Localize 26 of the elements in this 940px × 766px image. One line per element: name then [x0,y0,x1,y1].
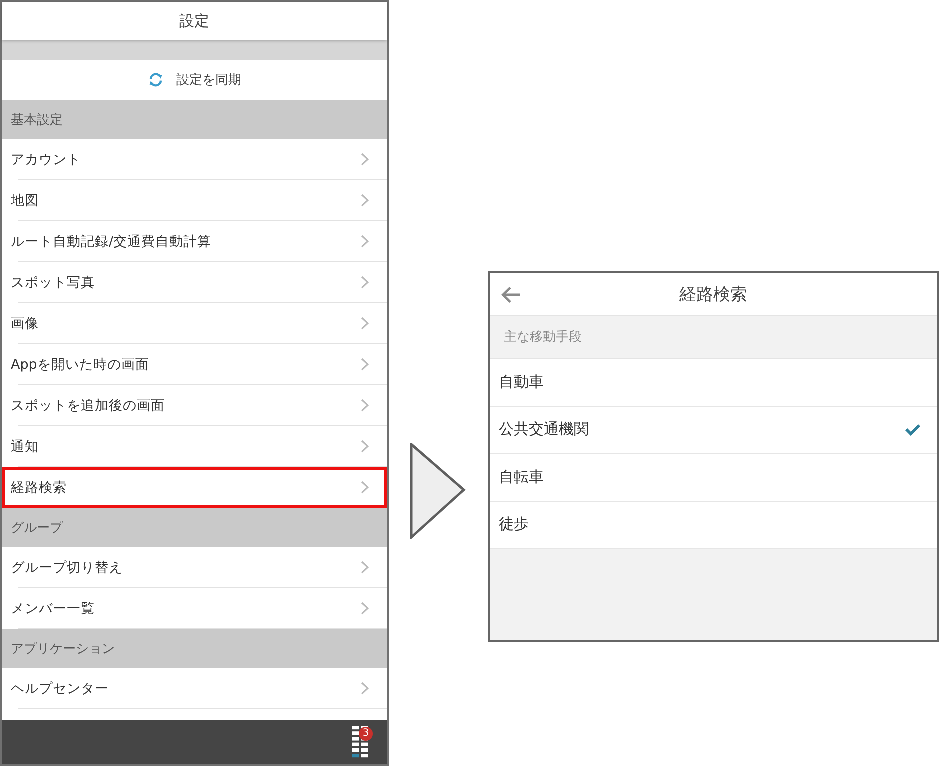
transport-option[interactable]: 徒歩 [490,502,937,549]
chevron-right-icon [361,235,369,248]
triangle-arrow-icon [410,443,466,539]
chevron-right-icon [361,276,369,289]
transport-option[interactable]: 自転車 [490,454,937,502]
chevron-right-icon [361,602,369,615]
section-header: 基本設定 [2,100,387,139]
chevron-right-icon [361,153,369,166]
chevron-right-icon [361,358,369,371]
chevron-right-icon [361,682,369,695]
chevron-right-icon [361,317,369,330]
transport-option[interactable]: 公共交通機関 [490,406,937,454]
chevron-right-icon [361,481,369,494]
screen-title: 経路検索 [680,284,748,306]
chevron-right-icon [361,561,369,574]
chevron-right-icon [361,194,369,207]
sync-icon [148,72,164,88]
settings-item[interactable]: 経路検索 [2,467,387,508]
section-header: グループ [2,508,387,547]
back-arrow-icon[interactable] [501,286,521,304]
chevron-right-icon [361,399,369,412]
screen-title: 設定 [180,12,210,30]
chevron-right-icon [361,440,369,453]
transport-option[interactable]: 自動車 [490,359,937,406]
notification-badge: 3 [359,727,373,741]
section-header: アプリケーション [2,629,387,668]
